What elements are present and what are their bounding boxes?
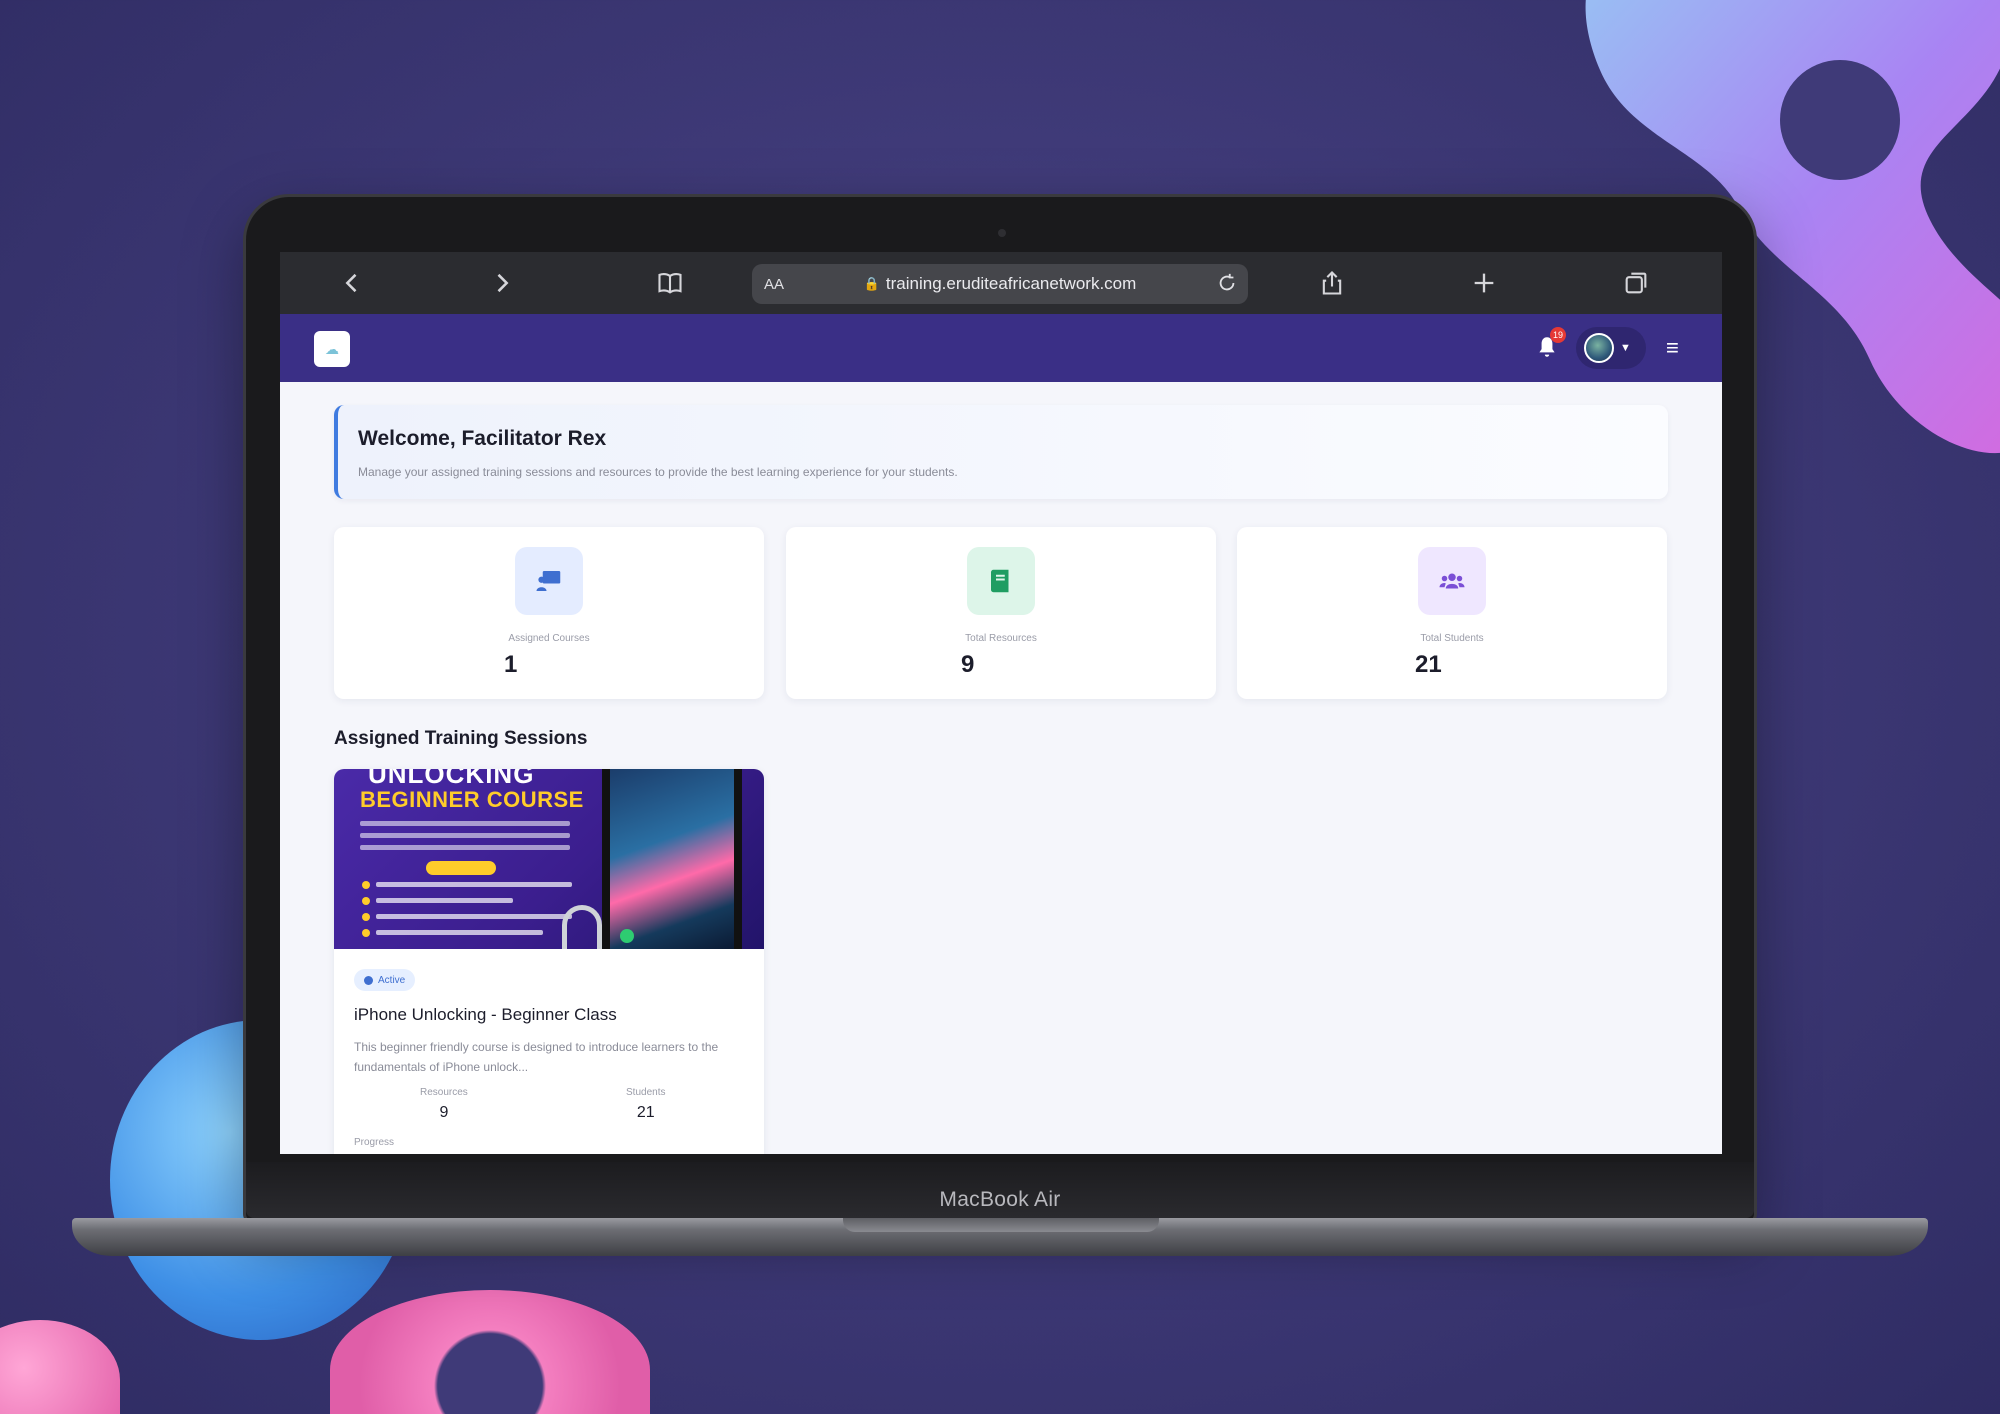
- padlock-icon: [562, 905, 602, 949]
- menu-icon[interactable]: ≡: [1666, 336, 1686, 360]
- text-size-button[interactable]: AA: [764, 276, 784, 293]
- share-icon[interactable]: [1316, 267, 1348, 299]
- book-icon: [967, 547, 1035, 615]
- app-header: ☁ 19 ▼ ≡: [280, 314, 1722, 382]
- stat-value: 21: [1415, 651, 1442, 678]
- course-stats: Resources 9 Students 21: [354, 1087, 744, 1127]
- avatar: [1584, 333, 1614, 363]
- book-icon[interactable]: [654, 267, 686, 299]
- course-students: Students 21: [626, 1087, 665, 1122]
- stat-value: 1: [504, 651, 518, 678]
- app-logo[interactable]: ☁: [314, 331, 350, 367]
- section-title: Assigned Training Sessions: [334, 728, 588, 749]
- url-text: training.eruditeafricanetwork.com: [885, 274, 1137, 293]
- resources-value: 9: [439, 1104, 449, 1121]
- decorative-blob-corner: [0, 1320, 120, 1414]
- stat-label: Total Students: [1420, 633, 1484, 644]
- stat-label: Total Resources: [965, 633, 1037, 644]
- address-bar[interactable]: AA 🔒 training.eruditeafricanetwork.com: [752, 264, 1248, 304]
- banner-bullets: [362, 880, 572, 945]
- device-label: MacBook Air: [939, 1188, 1061, 1211]
- presentation-icon: [515, 547, 583, 615]
- green-dot: [620, 929, 634, 943]
- welcome-card: Welcome, Facilitator Rex Manage your ass…: [334, 405, 1668, 499]
- notification-badge: 19: [1550, 327, 1567, 343]
- banner-pill: [426, 861, 496, 875]
- welcome-subtitle: Manage your assigned training sessions a…: [358, 465, 958, 479]
- browser-toolbar: AA 🔒 training.eruditeafricanetwork.com: [280, 252, 1722, 314]
- course-banner-image: UNLOCKING BEGINNER COURSE: [334, 769, 764, 949]
- camera: [998, 229, 1006, 237]
- progress-label: Progress: [354, 1137, 395, 1148]
- lock-icon: 🔒: [863, 276, 880, 291]
- course-card[interactable]: UNLOCKING BEGINNER COURSE Active iPhone …: [334, 769, 764, 1154]
- welcome-title: Welcome, Facilitator Rex: [358, 427, 607, 450]
- course-body: Active iPhone Unlocking - Beginner Class…: [334, 949, 764, 1154]
- decorative-blob-bottom: [330, 1290, 650, 1414]
- browser-screen: AA 🔒 training.eruditeafricanetwork.com ☁…: [280, 252, 1722, 1154]
- banner-phone-image: [602, 769, 742, 949]
- reload-icon[interactable]: [1216, 272, 1238, 294]
- status-badge: Active: [354, 969, 416, 991]
- status-dot-icon: [364, 975, 373, 985]
- course-title[interactable]: iPhone Unlocking - Beginner Class: [354, 1005, 744, 1025]
- stat-label: Assigned Courses: [508, 633, 590, 644]
- stat-card-total-resources: Total Resources 9: [786, 527, 1216, 699]
- tabs-icon[interactable]: [1620, 267, 1652, 299]
- resources-label: Resources: [420, 1087, 468, 1098]
- status-label: Active: [378, 974, 406, 986]
- students-label: Students: [626, 1087, 666, 1098]
- course-resources: Resources 9: [420, 1087, 468, 1122]
- stat-value: 9: [961, 651, 975, 678]
- banner-text-main: BEGINNER COURSE: [360, 787, 584, 812]
- course-description: This beginner friendly course is designe…: [354, 1040, 719, 1074]
- profile-menu-button[interactable]: ▼: [1576, 327, 1646, 369]
- users-icon: [1418, 547, 1486, 615]
- stat-card-assigned-courses: Assigned Courses 1: [334, 527, 764, 699]
- chevron-down-icon: ▼: [1620, 342, 1631, 354]
- plus-icon[interactable]: [1468, 267, 1500, 299]
- laptop-base-notch: [843, 1218, 1159, 1232]
- chevron-left-icon[interactable]: [336, 267, 368, 299]
- banner-text-lines: [360, 821, 570, 857]
- chevron-right-icon[interactable]: [486, 267, 518, 299]
- stat-card-total-students: Total Students 21: [1237, 527, 1667, 699]
- students-value: 21: [636, 1104, 655, 1121]
